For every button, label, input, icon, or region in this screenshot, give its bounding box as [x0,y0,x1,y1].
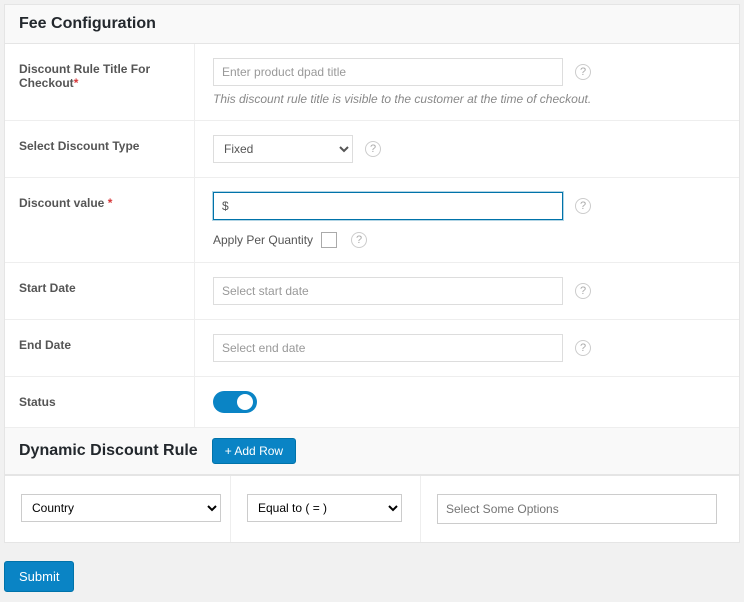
help-icon[interactable]: ? [575,283,591,299]
help-icon[interactable]: ? [365,141,381,157]
row-discount-value: Discount value * ? Apply Per Quantity ? [5,178,739,263]
row-end-date: End Date ? [5,320,739,377]
label-status: Status [5,377,195,427]
discount-value-input[interactable] [213,192,563,220]
help-icon[interactable]: ? [575,340,591,356]
toggle-knob [237,394,253,410]
rule-row: Country Equal to ( = ) [5,475,739,542]
status-toggle[interactable] [213,391,257,413]
dynamic-rule-header: Dynamic Discount Rule + Add Row [5,428,739,475]
fee-config-panel: Fee Configuration Discount Rule Title Fo… [4,4,740,543]
row-rule-title: Discount Rule Title For Checkout* ? This… [5,44,739,121]
required-marker: * [74,76,79,90]
start-date-input[interactable] [213,277,563,305]
fee-config-header: Fee Configuration [5,5,739,44]
add-row-button[interactable]: + Add Row [212,438,296,464]
rule-field-select[interactable]: Country [21,494,221,522]
row-start-date: Start Date ? [5,263,739,320]
apply-per-qty-checkbox[interactable] [321,232,337,248]
label-discount-value: Discount value * [5,178,195,262]
discount-type-select[interactable]: Fixed [213,135,353,163]
row-status: Status [5,377,739,428]
help-icon[interactable]: ? [351,232,367,248]
apply-per-qty-label: Apply Per Quantity [213,233,313,247]
rule-title-input[interactable] [213,58,563,86]
label-start-date: Start Date [5,263,195,319]
help-icon[interactable]: ? [575,198,591,214]
fee-config-title: Fee Configuration [19,15,725,33]
rule-title-help: This discount rule title is visible to t… [213,92,721,106]
row-discount-type: Select Discount Type Fixed ? [5,121,739,178]
submit-button[interactable]: Submit [4,561,74,592]
label-rule-title: Discount Rule Title For Checkout* [5,44,195,120]
help-icon[interactable]: ? [575,64,591,80]
dynamic-rule-title: Dynamic Discount Rule [19,442,198,460]
rule-operator-select[interactable]: Equal to ( = ) [247,494,402,522]
rule-value-input[interactable] [437,494,717,524]
label-end-date: End Date [5,320,195,376]
label-discount-type: Select Discount Type [5,121,195,177]
end-date-input[interactable] [213,334,563,362]
required-marker: * [108,196,113,210]
apply-per-qty-group: Apply Per Quantity ? [213,232,721,248]
submit-area: Submit [0,543,744,602]
